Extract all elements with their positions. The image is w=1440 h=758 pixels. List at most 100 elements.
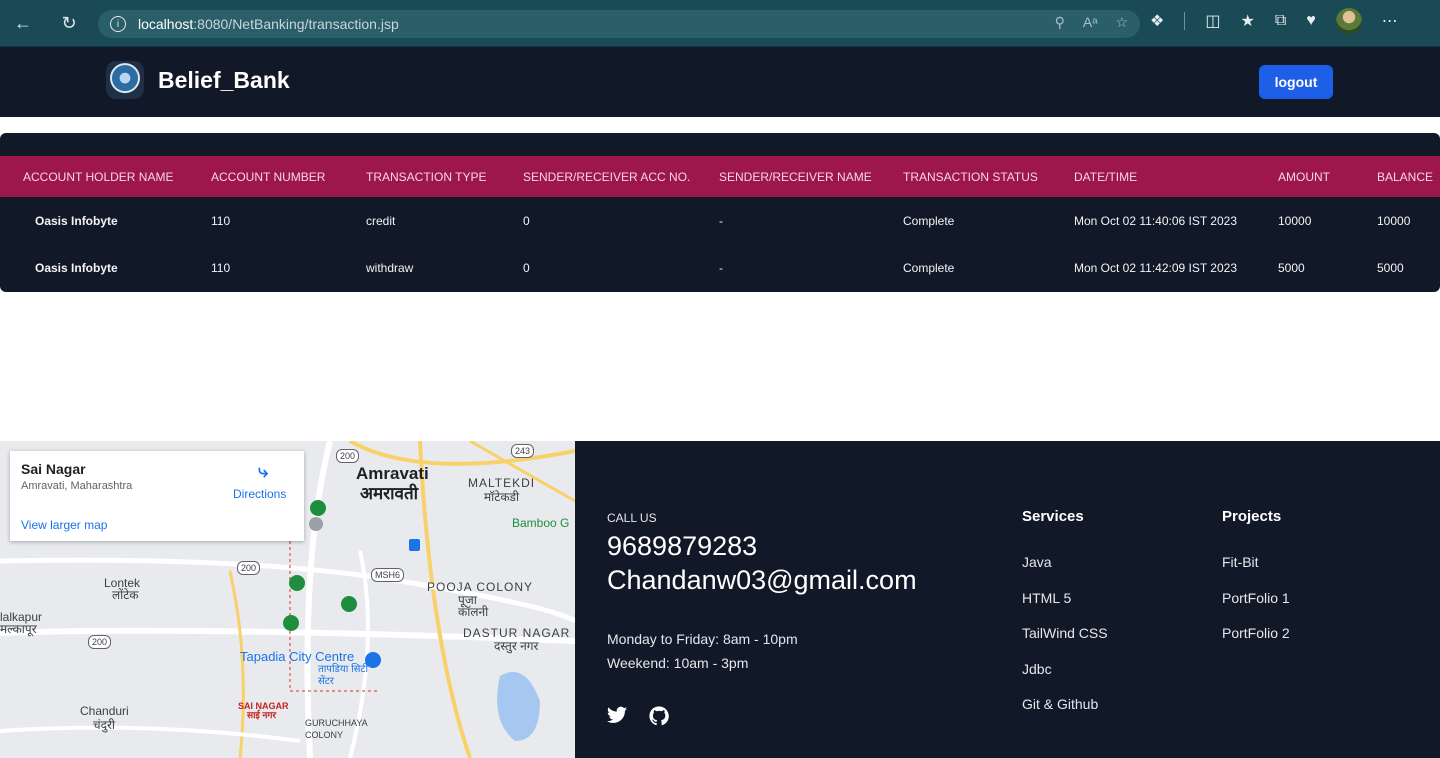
transactions-table-card: ACCOUNT HOLDER NAME ACCOUNT NUMBER TRANS… [0,133,1440,292]
col-header: ACCOUNT HOLDER NAME [23,169,174,184]
logout-button[interactable]: logout [1259,65,1333,99]
url-path: :8080/NetBanking/transaction.jsp [193,16,399,32]
cell-status: Complete [903,213,955,228]
service-link[interactable]: Jdbc [1022,661,1108,697]
col-header: DATE/TIME [1074,169,1138,184]
brand[interactable]: Belief_Bank [106,61,290,99]
cell-amount: 5000 [1278,260,1305,275]
col-header: ACCOUNT NUMBER [211,169,326,184]
table-header-row: ACCOUNT HOLDER NAME ACCOUNT NUMBER TRANS… [0,156,1440,197]
map-label: GURUCHHAYA COLONY [305,718,368,740]
road-shield: 243 [511,444,535,458]
map-label: MALTEKDI [468,476,536,490]
service-link[interactable]: HTML 5 [1022,590,1108,626]
view-larger-map-link[interactable]: View larger map [21,518,107,532]
collections-icon[interactable]: ⧉ [1275,12,1286,30]
projects-title: Projects [1222,508,1282,525]
map-label: Tapadia City Centre [240,649,355,664]
cell-status: Complete [903,260,955,275]
cell-counterparty-acc: 0 [523,213,530,228]
address-actions: ⚲ Aᵃ ☆ [1055,14,1128,31]
col-header: SENDER/RECEIVER NAME [719,169,872,184]
footer-info: CALL US 9689879283 Chandanw03@gmail.com … [575,441,1440,758]
url-host: localhost [138,16,194,32]
email-address[interactable]: Chandanw03@gmail.com [607,565,917,596]
github-icon[interactable] [649,706,669,726]
hours-weekday: Monday to Friday: 8am - 10pm [607,631,798,647]
table-row: Oasis Infobyte 110 withdraw 0 - Complete… [0,244,1440,291]
road-shield: 200 [336,449,360,463]
project-link[interactable]: PortFolio 1 [1222,590,1290,626]
services-title: Services [1022,508,1084,525]
map-place-card: Sai Nagar Amravati, Maharashtra ⤷ Direct… [10,451,304,541]
more-menu-icon[interactable]: ⋯ [1382,11,1398,31]
road-shield: 200 [237,561,261,575]
cell-transaction-type: credit [366,213,396,228]
cell-transaction-type: withdraw [366,260,414,275]
cell-counterparty-name: - [719,213,723,228]
extensions-icon[interactable]: ❖ [1150,11,1164,31]
col-header: TRANSACTION TYPE [366,169,487,184]
projects-list: Fit-Bit PortFolio 1 PortFolio 2 [1222,554,1290,661]
favorite-star-icon[interactable]: ☆ [1115,14,1128,31]
browser-toolbar: ← ↻ i localhost:8080/NetBanking/transact… [0,0,1440,47]
call-us-label: CALL US [607,511,657,525]
table-top-strip [0,133,1440,156]
service-link[interactable]: TailWind CSS [1022,625,1108,661]
project-link[interactable]: PortFolio 2 [1222,625,1290,661]
road-shield: MSH6 [371,568,405,582]
key-icon[interactable]: ⚲ [1055,14,1065,31]
map-label: Chanduri [80,704,129,718]
embedded-map[interactable]: Amravati अमरावती MALTEKDI मॉटेकडी Bamboo… [0,441,575,758]
cell-counterparty-acc: 0 [523,260,530,275]
split-screen-icon[interactable]: ◫ [1205,11,1220,31]
bank-logo [106,61,144,99]
map-label: लोंटेक [112,588,139,602]
cell-datetime: Mon Oct 02 11:40:06 IST 2023 [1074,213,1237,228]
read-aloud-icon[interactable]: Aᵃ [1083,14,1098,31]
map-label: मॉटेकडी [484,490,520,504]
browser-actions: ❖ ◫ ★ ⧉ ♥ ⋯ [1150,8,1398,34]
cell-account-number: 110 [211,260,231,275]
map-label: POOJA COLONY [427,580,534,594]
col-header: TRANSACTION STATUS [903,169,1038,184]
cell-holder-name: Oasis Infobyte [35,213,118,228]
brand-name: Belief_Bank [158,66,290,93]
refresh-icon[interactable]: ↻ [52,6,86,40]
directions-link[interactable]: Directions [233,487,286,501]
map-label: तापडिया सिटी सेंटर [318,664,369,687]
twitter-icon[interactable] [607,706,627,726]
map-label: Amravati [356,464,429,483]
address-bar[interactable]: i localhost:8080/NetBanking/transaction.… [98,10,1140,38]
map-label: पूजा कॉलनी [458,593,489,619]
service-link[interactable]: Java [1022,554,1108,590]
social-links [607,706,669,726]
footer: Amravati अमरावती MALTEKDI मॉटेकडी Bamboo… [0,441,1440,758]
map-label: दस्तुर नगर [494,639,539,653]
map-label: चंदुरी [93,718,116,732]
cell-balance: 10000 [1377,213,1411,228]
services-list: Java HTML 5 TailWind CSS Jdbc Git & Gith… [1022,554,1108,732]
favorites-icon[interactable]: ★ [1240,11,1254,31]
performance-icon[interactable]: ♥ [1306,12,1316,30]
directions-icon[interactable]: ⤷ [253,461,273,481]
transactions-table: ACCOUNT HOLDER NAME ACCOUNT NUMBER TRANS… [0,156,1440,291]
service-link[interactable]: Git & Github [1022,696,1108,732]
cell-counterparty-name: - [719,260,723,275]
table-row: Oasis Infobyte 110 credit 0 - Complete M… [0,197,1440,244]
cell-amount: 10000 [1278,213,1312,228]
cell-account-number: 110 [211,213,231,228]
phone-number[interactable]: 9689879283 [607,531,757,562]
col-header: BALANCE [1377,169,1434,184]
project-link[interactable]: Fit-Bit [1222,554,1290,590]
app-header: Belief_Bank logout [0,47,1440,117]
profile-avatar[interactable] [1335,8,1362,34]
cell-datetime: Mon Oct 02 11:42:09 IST 2023 [1074,260,1237,275]
toolbar-divider [1184,12,1186,30]
cell-balance: 5000 [1377,260,1404,275]
col-header: AMOUNT [1278,169,1330,184]
map-label: अमरावती [360,484,419,503]
site-info-icon[interactable]: i [110,16,126,32]
back-icon[interactable]: ← [6,6,40,40]
map-label: Bamboo G [512,516,570,530]
